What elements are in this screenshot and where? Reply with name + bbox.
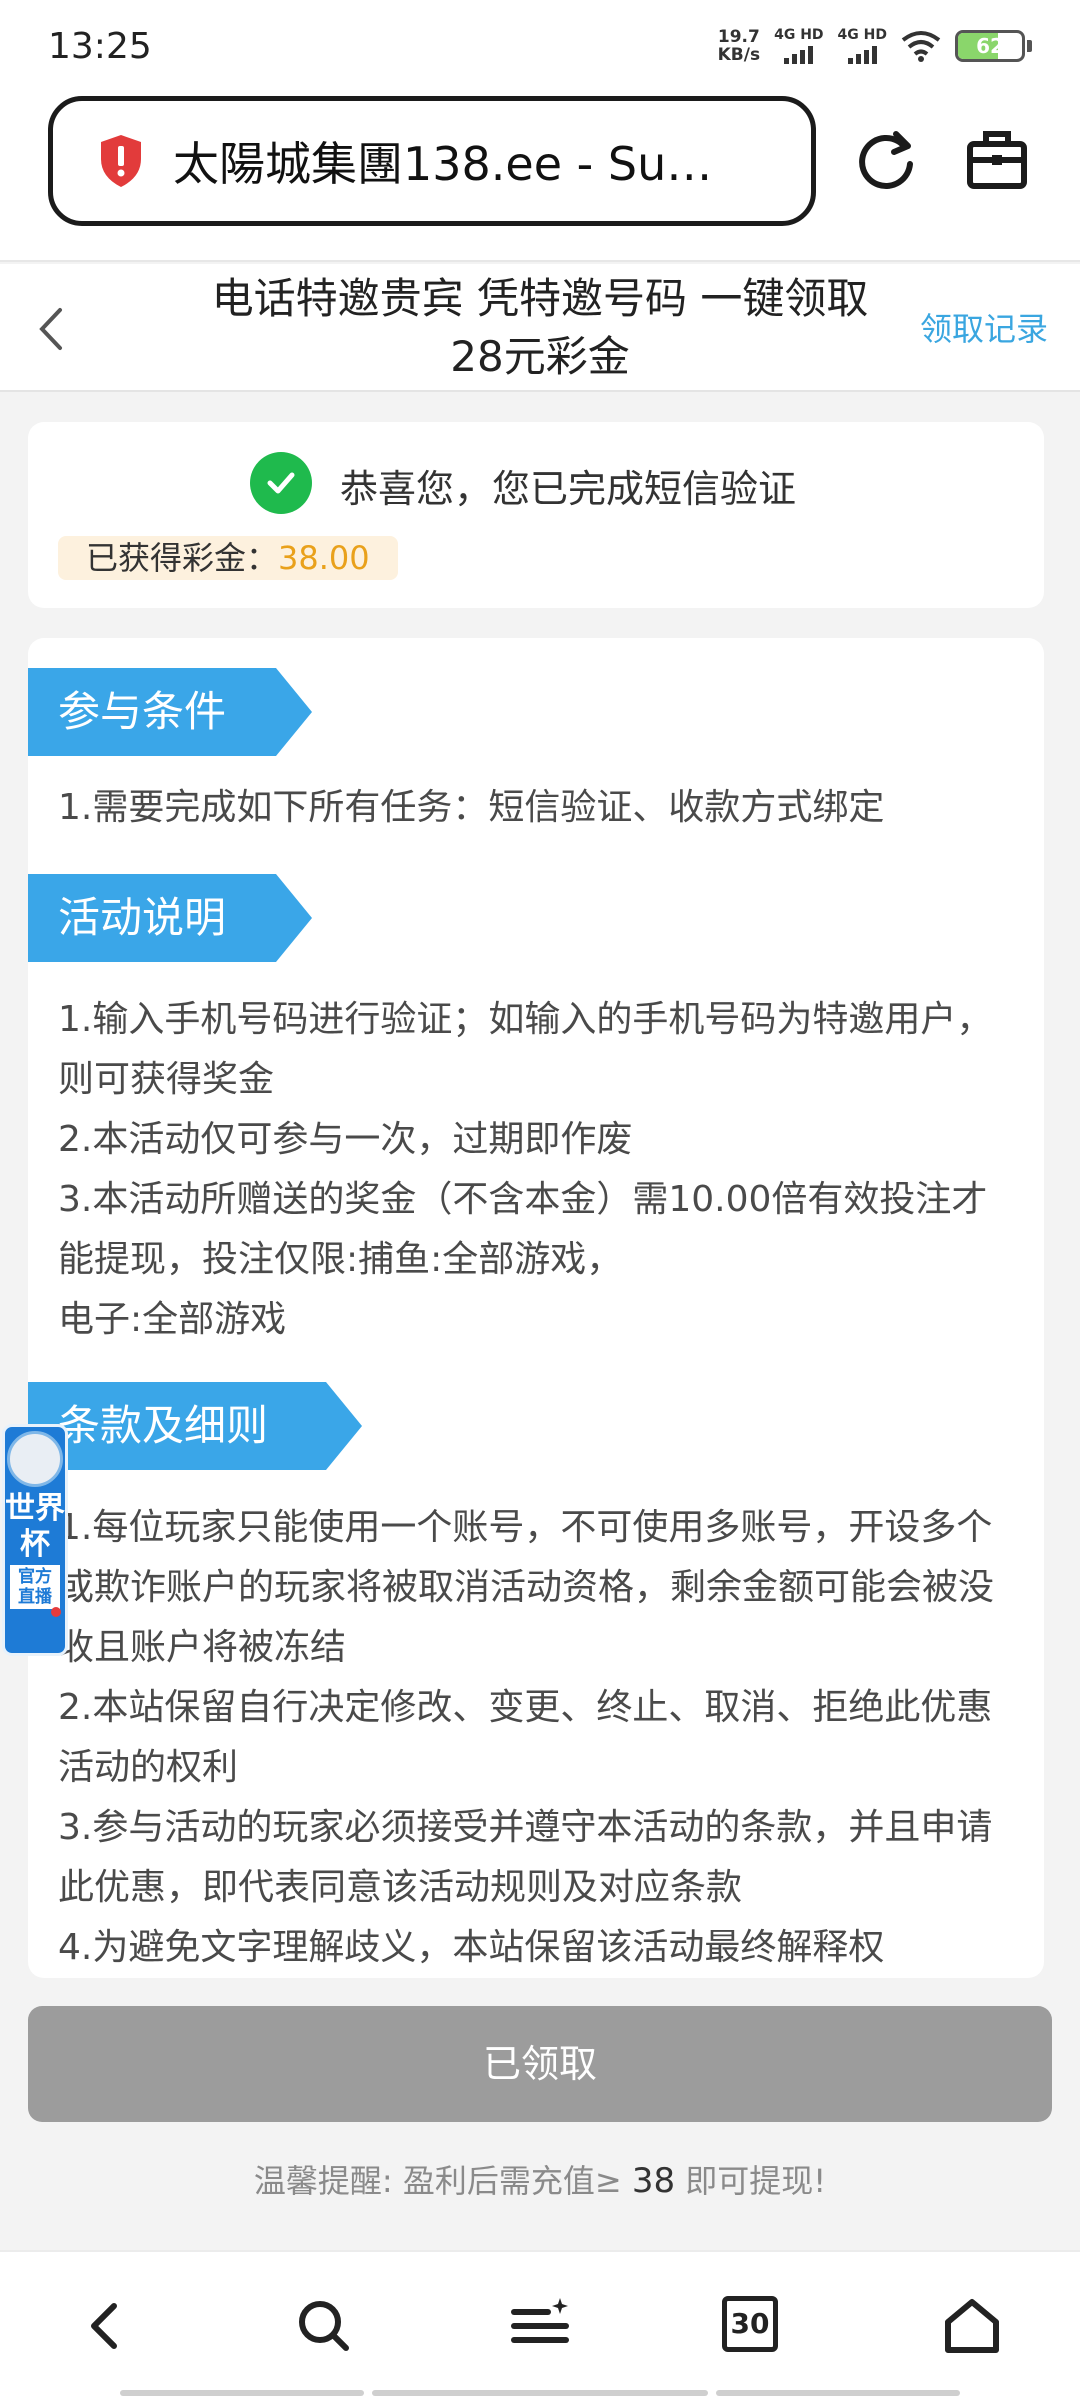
sim1-label: 4G HD	[774, 27, 824, 43]
terms-line: 4.为避免文字理解歧义，本站保留该活动最终解释权	[58, 1927, 885, 1968]
activity-rules-card: 参与条件 1.需要完成如下所有任务：短信验证、收款方式绑定 活动说明 1.输入手…	[28, 638, 1044, 1978]
browser-bottom-nav: 30	[0, 2250, 1080, 2400]
success-message: 恭喜您，您已完成短信验证	[340, 467, 797, 511]
conditions-line: 1.需要完成如下所有任务：短信验证、收款方式绑定	[58, 787, 885, 828]
section-title-terms: 条款及细则	[28, 1382, 362, 1470]
world-cup-label: 世界杯	[5, 1491, 65, 1562]
terms-line: 1.每位玩家只能使用一个账号，不可使用多账号，开设多个或欺诈账户的玩家将被取消活…	[58, 1507, 995, 1668]
world-cup-live-float-button[interactable]: 世界杯 官方 直播	[2, 1424, 68, 1656]
back-button[interactable]	[30, 304, 74, 354]
menu-icon[interactable]	[508, 2294, 572, 2358]
official-label: 官方	[18, 1567, 52, 1587]
terms-line: 2.本站保留自行决定修改、变更、终止、取消、拒绝此优惠活动的权利	[58, 1687, 993, 1788]
section-title-conditions: 参与条件	[28, 668, 312, 756]
reminder-suffix: 即可提现!	[685, 2162, 827, 2200]
description-line: 2.本活动仅可参与一次，过期即作废	[58, 1119, 633, 1160]
withdraw-reminder: 温馨提醒: 盈利后需充值≥ 38 即可提现!	[0, 2156, 1080, 2202]
network-speed-value: 19.7	[717, 27, 760, 47]
status-indicators: 19.7 KB/s 4G HD 4G HD 62	[718, 28, 1032, 64]
reminder-prefix: 温馨提醒: 盈利后需充值≥	[253, 2162, 622, 2200]
battery-level: 62	[976, 34, 1004, 58]
description-line: 1.输入手机号码进行验证；如输入的手机号码为特邀用户，则可获得奖金	[58, 999, 993, 1100]
gesture-bar	[120, 2390, 364, 2396]
status-bar: 13:25 19.7 KB/s 4G HD 4G HD 62	[0, 0, 1080, 96]
success-check-icon	[250, 452, 312, 514]
toolbox-icon[interactable]	[962, 126, 1032, 196]
gesture-bar	[372, 2390, 708, 2396]
home-icon[interactable]	[940, 2294, 1004, 2358]
reminder-amount: 38	[631, 2161, 676, 2201]
security-warning-shield-icon[interactable]	[97, 133, 145, 189]
section-title-description: 活动说明	[28, 874, 312, 962]
verification-success-card: 恭喜您，您已完成短信验证 已获得彩金：38.00	[28, 422, 1044, 608]
browser-toolbar: 太陽城集團138.ee - Su…	[0, 96, 1080, 262]
description-line: 3.本活动所赠送的奖金（不含本金）需10.00倍有效投注才能提现，投注仅限:捕鱼…	[58, 1179, 988, 1280]
back-icon[interactable]	[74, 2294, 138, 2358]
description-line: 电子:全部游戏	[58, 1299, 287, 1340]
network-speed: 19.7 KB/s	[718, 28, 760, 64]
page-title: 电话特邀贵宾 凭特邀号码 一键领取28元彩金	[211, 274, 869, 381]
live-label: 直播	[18, 1587, 52, 1607]
battery-icon: 62	[955, 30, 1025, 62]
bonus-amount: 38.00	[278, 539, 370, 577]
bonus-label: 已获得彩金：	[86, 539, 279, 577]
terms-text: 1.每位玩家只能使用一个账号，不可使用多账号，开设多个或欺诈账户的玩家将被取消活…	[58, 1498, 1020, 1978]
tabs-icon[interactable]: 30	[722, 2296, 778, 2352]
page-header: 电话特邀贵宾 凭特邀号码 一键领取28元彩金 领取记录	[0, 264, 1080, 392]
sim2-label: 4G HD	[837, 27, 887, 43]
wifi-icon	[901, 31, 941, 62]
sim2-signal-icon: 4G HD	[838, 28, 887, 64]
search-icon[interactable]	[292, 2294, 356, 2358]
bonus-earned-badge: 已获得彩金：38.00	[58, 536, 398, 580]
gesture-bar	[716, 2390, 960, 2396]
claimed-button[interactable]: 已领取	[28, 2006, 1052, 2122]
soccer-ball-icon	[7, 1431, 63, 1487]
url-text[interactable]: 太陽城集團138.ee - Su…	[173, 128, 712, 194]
network-speed-unit: KB/s	[717, 45, 761, 65]
sim1-signal-icon: 4G HD	[774, 27, 824, 64]
reload-icon[interactable]	[852, 126, 922, 196]
address-bar[interactable]: 太陽城集團138.ee - Su…	[48, 96, 816, 226]
claim-records-link[interactable]: 领取记录	[920, 304, 1048, 350]
official-live-label: 官方 直播	[10, 1565, 60, 1609]
terms-line: 3.参与活动的玩家必须接受并遵守本活动的条款，并且申请此优惠，即代表同意该活动规…	[58, 1807, 993, 1908]
status-time: 13:25	[48, 26, 152, 67]
description-text: 1.输入手机号码进行验证；如输入的手机号码为特邀用户，则可获得奖金 2.本活动仅…	[58, 990, 1020, 1350]
conditions-text: 1.需要完成如下所有任务：短信验证、收款方式绑定	[58, 778, 1020, 838]
bottom-action-area: 已领取 温馨提醒: 盈利后需充值≥ 38 即可提现!	[0, 1978, 1080, 2250]
notification-dot	[51, 1607, 61, 1617]
